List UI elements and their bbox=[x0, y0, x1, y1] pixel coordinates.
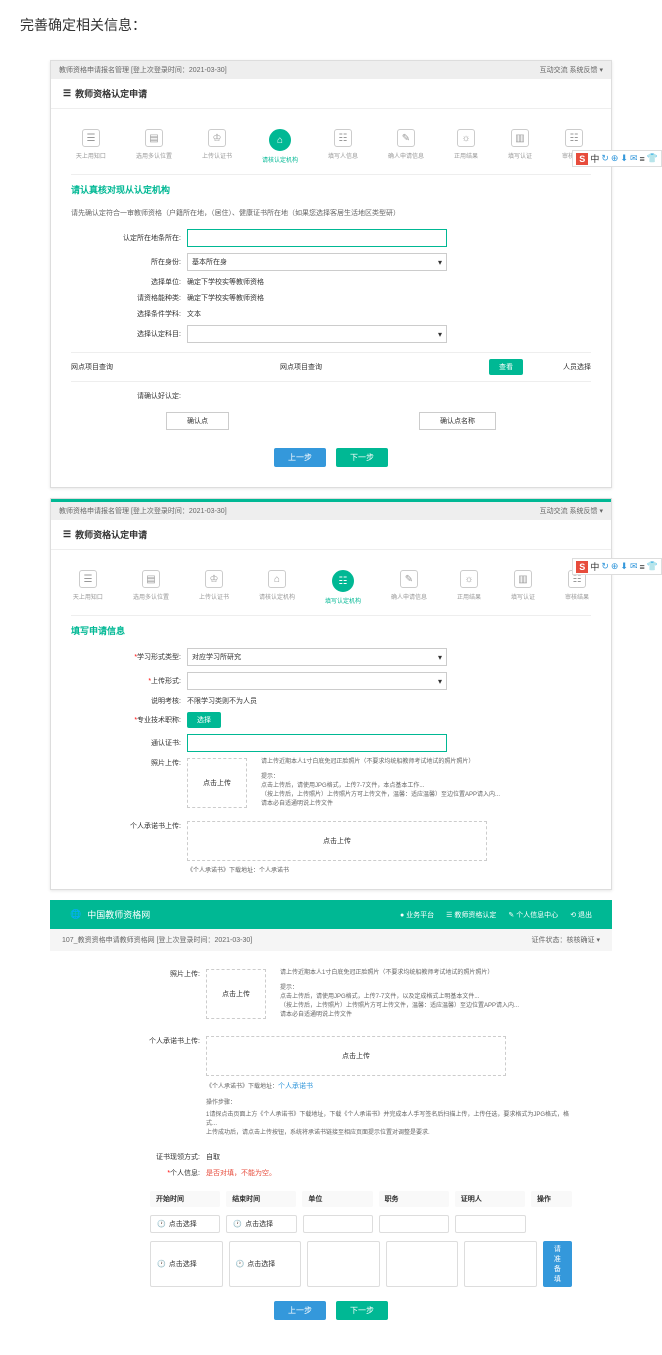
step-icon-active: ⌂ bbox=[269, 129, 291, 151]
next-button[interactable]: 下一步 bbox=[336, 448, 388, 467]
date-cell[interactable]: 🕐点击选择 bbox=[229, 1241, 302, 1287]
step-icon: ☼ bbox=[457, 129, 475, 147]
step-icon: ☷ bbox=[565, 129, 583, 147]
next-button[interactable]: 下一步 bbox=[336, 1301, 388, 1320]
section-title: 请认真核对现从认定机构 bbox=[71, 175, 591, 204]
step-icon: ♔ bbox=[208, 129, 226, 147]
photo-upload[interactable]: 点击上传 bbox=[187, 758, 247, 808]
prev-button[interactable]: 上一步 bbox=[274, 1301, 326, 1320]
step-bar: ☰天上用知口 ▤选用多认位置 ♔上传认证书 ⌂请核认定机构 ☷填写人信息 ✎确人… bbox=[71, 119, 591, 175]
add-button[interactable]: 请准备填 bbox=[543, 1241, 572, 1287]
confirm-point-button[interactable]: 确认点 bbox=[166, 412, 229, 430]
green-header: 🌐 中国教师资格网 ● 业务平台 ☰ 教师资格认定 ✎ 个人信息中心 ⟲ 退出 bbox=[50, 900, 612, 929]
commitment-upload[interactable]: 点击上传 bbox=[187, 821, 487, 861]
date-cell[interactable]: 🕐点击选择 bbox=[226, 1215, 296, 1233]
select-subject[interactable] bbox=[187, 325, 447, 343]
panel-3: 🌐 中国教师资格网 ● 业务平台 ☰ 教师资格认定 ✎ 个人信息中心 ⟲ 退出 … bbox=[50, 900, 612, 1345]
date-cell[interactable]: 🕐点击选择 bbox=[150, 1215, 220, 1233]
list-icon: ☰ bbox=[63, 529, 71, 540]
sogou-icon: S bbox=[576, 561, 588, 573]
step-icon: ▤ bbox=[145, 129, 163, 147]
step-bar: ☰天上用知口 ▤选用多认位置 ♔上传认证书 ⌂请核认定机构 ☷填写认定机构 ✎确… bbox=[71, 560, 591, 616]
text-cell[interactable] bbox=[455, 1215, 525, 1233]
step-icon: ▥ bbox=[511, 129, 529, 147]
list-icon: ☰ bbox=[63, 88, 71, 99]
commitment-upload[interactable]: 点击上传 bbox=[206, 1036, 506, 1076]
table-header: 开始时间 结束时间 单位 职务 证明人 操作 bbox=[150, 1187, 572, 1211]
text-cell[interactable] bbox=[307, 1241, 380, 1287]
panel-2: 教师资格申请报名管理 [登上次登录时间：2021-03-30] 互动交流 系统反… bbox=[50, 498, 612, 890]
text-cell[interactable] bbox=[386, 1241, 459, 1287]
text-cell[interactable] bbox=[379, 1215, 449, 1233]
confirm-name-button[interactable]: 确认点名称 bbox=[419, 412, 496, 430]
download-link[interactable]: 个人承诺书 bbox=[278, 1083, 313, 1090]
ime-toolbar[interactable]: S 中↻⊕⬇✉≡👕 bbox=[572, 558, 662, 575]
text-cell[interactable] bbox=[464, 1241, 537, 1287]
panel-header: ☰ 教师资格认定申请 bbox=[51, 79, 611, 109]
select-study-type[interactable]: 对应学习所研究 bbox=[187, 648, 447, 666]
panel-subbar: 107_教资资格申请教师资格网 [登上次登录时间：2021-03-30] 证件状… bbox=[50, 929, 612, 951]
nav-item[interactable]: ✎ 个人信息中心 bbox=[508, 910, 558, 920]
nav-item[interactable]: ● 业务平台 bbox=[400, 910, 434, 920]
clock-icon: 🕐 bbox=[236, 1260, 245, 1268]
clock-icon: 🕐 bbox=[157, 1220, 166, 1228]
section-title: 填写申请信息 bbox=[71, 616, 591, 645]
ime-toolbar[interactable]: S 中↻⊕⬇✉≡👕 bbox=[572, 150, 662, 167]
search-button[interactable]: 查看 bbox=[489, 359, 523, 375]
select-title-button[interactable]: 选择 bbox=[187, 712, 221, 728]
clock-icon: 🕐 bbox=[157, 1260, 166, 1268]
panel-topbar: 教师资格申请报名管理 [登上次登录时间：2021-03-30] 互动交流 系统反… bbox=[51, 499, 611, 520]
nav-item[interactable]: ⟲ 退出 bbox=[570, 910, 592, 920]
clock-icon: 🕐 bbox=[233, 1220, 242, 1228]
nav-item[interactable]: ☰ 教师资格认定 bbox=[446, 910, 496, 920]
date-cell[interactable]: 🕐点击选择 bbox=[150, 1241, 223, 1287]
step-icon: ✎ bbox=[397, 129, 415, 147]
panel-topbar: 教师资格申请报名管理 [登上次登录时间：2021-03-30] 互动交流 系统反… bbox=[51, 61, 611, 79]
table-row: 🕐点击选择 🕐点击选择 bbox=[150, 1211, 572, 1237]
step-icon: ☷ bbox=[334, 129, 352, 147]
step-icon-active: ☷ bbox=[332, 570, 354, 592]
select-upload-type[interactable] bbox=[187, 672, 447, 690]
page-title: 完善确定相关信息： bbox=[0, 0, 662, 50]
photo-upload[interactable]: 点击上传 bbox=[206, 969, 266, 1019]
globe-icon: 🌐 bbox=[70, 909, 81, 920]
panel-1: 教师资格申请报名管理 [登上次登录时间：2021-03-30] 互动交流 系统反… bbox=[50, 60, 612, 488]
sogou-icon: S bbox=[576, 153, 588, 165]
prev-button[interactable]: 上一步 bbox=[274, 448, 326, 467]
input-location[interactable] bbox=[187, 229, 447, 247]
table-row: 🕐点击选择 🕐点击选择 请准备填 bbox=[150, 1237, 572, 1291]
select-identity[interactable]: 基本所在身 bbox=[187, 253, 447, 271]
cert-input[interactable] bbox=[187, 734, 447, 752]
text-cell[interactable] bbox=[303, 1215, 373, 1233]
step-icon: ☰ bbox=[82, 129, 100, 147]
panel-header: ☰ 教师资格认定申请 bbox=[51, 520, 611, 550]
